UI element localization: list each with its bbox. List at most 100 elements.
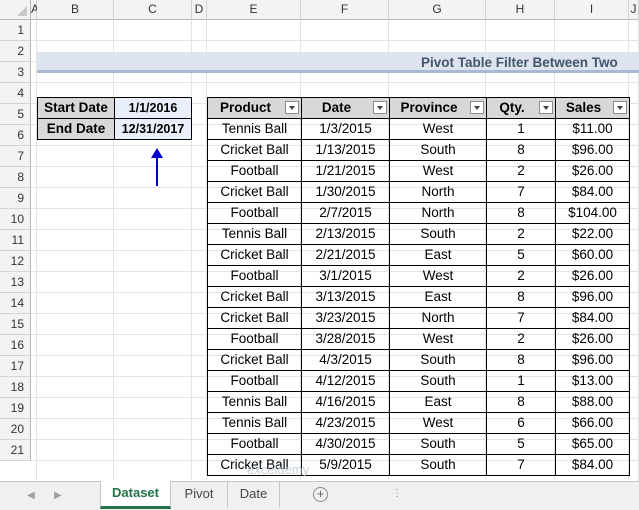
table-cell[interactable]: 1/21/2015 [301,160,390,182]
select-all-corner[interactable] [0,0,31,20]
table-cell[interactable]: $84.00 [555,454,630,476]
row-header-21[interactable]: 21 [0,440,31,461]
table-cell[interactable]: West [389,160,487,182]
table-cell[interactable]: 2 [486,265,556,287]
table-cell[interactable]: $65.00 [555,433,630,455]
table-cell[interactable]: $11.00 [555,118,630,140]
table-cell[interactable]: $66.00 [555,412,630,434]
scroll-tabs-right-button[interactable]: ▶ [54,490,62,501]
row-header-13[interactable]: 13 [0,272,31,293]
row-header-12[interactable]: 12 [0,251,31,272]
row-header-18[interactable]: 18 [0,377,31,398]
column-header-b[interactable]: B [37,0,114,20]
filter-dropdown-icon[interactable] [613,101,627,114]
start-date-value[interactable]: 1/1/2016 [114,97,192,119]
row-header-3[interactable]: 3 [0,62,31,83]
table-cell[interactable]: 1/30/2015 [301,181,390,203]
table-cell[interactable]: $84.00 [555,181,630,203]
row-header-5[interactable]: 5 [0,104,31,125]
filter-dropdown-icon[interactable] [470,101,484,114]
table-cell[interactable]: 7 [486,454,556,476]
table-cell[interactable]: Football [207,265,302,287]
table-cell[interactable]: 8 [486,349,556,371]
table-cell[interactable]: East [389,244,487,266]
column-header-f[interactable]: F [301,0,389,20]
table-cell[interactable]: Football [207,433,302,455]
table-cell[interactable]: 5/9/2015 [301,454,390,476]
table-cell[interactable]: 5 [486,244,556,266]
table-cell[interactable]: Tennis Ball [207,118,302,140]
row-header-2[interactable]: 2 [0,41,31,62]
table-cell[interactable]: Football [207,202,302,224]
table-cell[interactable]: 5 [486,433,556,455]
column-header-e[interactable]: E [207,0,301,20]
table-cell[interactable]: Football [207,328,302,350]
row-header-10[interactable]: 10 [0,209,31,230]
table-cell[interactable]: 6 [486,412,556,434]
table-cell[interactable]: South [389,433,487,455]
table-cell[interactable]: Cricket Ball [207,286,302,308]
column-header-c[interactable]: C [114,0,192,20]
table-cell[interactable]: 4/12/2015 [301,370,390,392]
filter-dropdown-icon[interactable] [539,101,553,114]
table-cell[interactable]: 3/13/2015 [301,286,390,308]
table-cell[interactable]: 4/16/2015 [301,391,390,413]
table-cell[interactable]: 4/23/2015 [301,412,390,434]
table-cell[interactable]: 1 [486,370,556,392]
table-cell[interactable]: $60.00 [555,244,630,266]
table-cell[interactable]: 4/3/2015 [301,349,390,371]
table-cell[interactable]: Football [207,370,302,392]
column-header-i[interactable]: I [555,0,629,20]
table-cell[interactable]: 3/23/2015 [301,307,390,329]
table-cell[interactable]: 2/21/2015 [301,244,390,266]
row-header-6[interactable]: 6 [0,125,31,146]
add-sheet-button[interactable]: + [313,487,328,502]
table-cell[interactable]: 1 [486,118,556,140]
tab-date[interactable]: Date [228,482,280,508]
table-cell[interactable]: $22.00 [555,223,630,245]
table-cell[interactable]: West [389,412,487,434]
table-cell[interactable]: South [389,370,487,392]
table-cell[interactable]: Cricket Ball [207,139,302,161]
column-header-d[interactable]: D [192,0,207,20]
table-cell[interactable]: 2/13/2015 [301,223,390,245]
row-header-4[interactable]: 4 [0,83,31,104]
filter-dropdown-icon[interactable] [285,101,299,114]
table-cell[interactable]: $26.00 [555,328,630,350]
table-cell[interactable]: Tennis Ball [207,412,302,434]
table-cell[interactable]: $96.00 [555,139,630,161]
row-header-17[interactable]: 17 [0,356,31,377]
table-cell[interactable]: South [389,139,487,161]
table-cell[interactable]: 3/28/2015 [301,328,390,350]
table-cell[interactable]: South [389,454,487,476]
column-header-h[interactable]: H [486,0,555,20]
row-header-20[interactable]: 20 [0,419,31,440]
table-cell[interactable]: 7 [486,307,556,329]
tab-overflow-icon[interactable]: ⋮ [392,488,402,499]
column-header-j[interactable]: J [629,0,639,20]
row-header-7[interactable]: 7 [0,146,31,167]
table-cell[interactable]: Cricket Ball [207,244,302,266]
row-header-16[interactable]: 16 [0,335,31,356]
table-cell[interactable]: 2/7/2015 [301,202,390,224]
table-cell[interactable]: Cricket Ball [207,181,302,203]
row-header-1[interactable]: 1 [0,20,31,41]
table-cell[interactable]: $104.00 [555,202,630,224]
table-cell[interactable]: West [389,118,487,140]
table-cell[interactable]: $88.00 [555,391,630,413]
table-cell[interactable]: Football [207,160,302,182]
row-header-8[interactable]: 8 [0,167,31,188]
row-header-15[interactable]: 15 [0,314,31,335]
table-cell[interactable]: West [389,265,487,287]
table-cell[interactable]: 7 [486,181,556,203]
tab-pivot[interactable]: Pivot [171,482,228,508]
table-cell[interactable]: Tennis Ball [207,391,302,413]
table-cell[interactable]: North [389,202,487,224]
table-cell[interactable]: East [389,286,487,308]
row-header-19[interactable]: 19 [0,398,31,419]
table-cell[interactable]: $84.00 [555,307,630,329]
row-header-11[interactable]: 11 [0,230,31,251]
row-header-9[interactable]: 9 [0,188,31,209]
end-date-value[interactable]: 12/31/2017 [114,118,192,140]
table-cell[interactable]: 8 [486,202,556,224]
